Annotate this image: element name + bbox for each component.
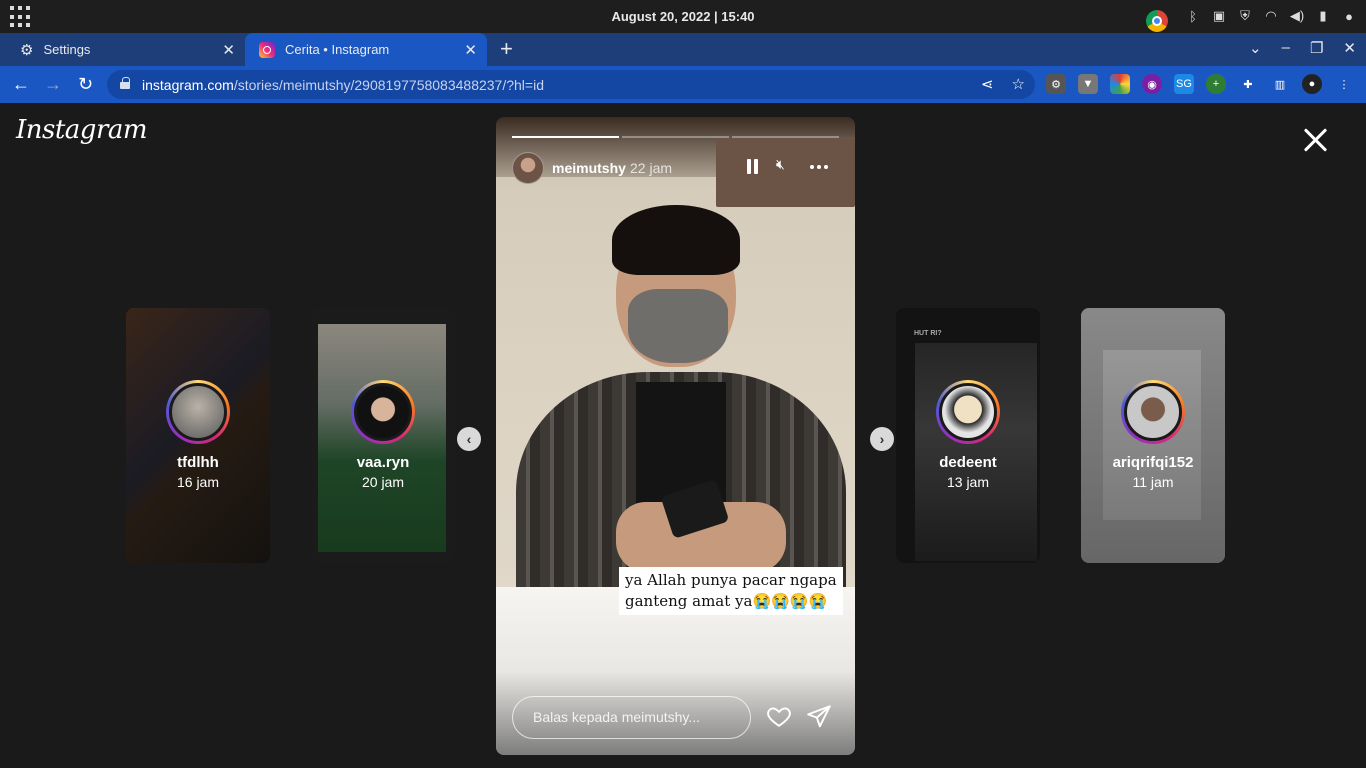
close-stories-button[interactable] bbox=[1300, 125, 1330, 155]
avatar bbox=[1124, 383, 1182, 441]
story-username[interactable]: meimutshy bbox=[552, 160, 626, 176]
avatar[interactable] bbox=[512, 152, 544, 184]
profile-avatar-icon[interactable]: ● bbox=[1302, 74, 1322, 94]
battery-icon[interactable]: ▮ bbox=[1314, 7, 1332, 25]
preview-time: 16 jam bbox=[176, 474, 220, 490]
minimize-button[interactable]: – bbox=[1282, 39, 1290, 57]
gear-icon: ⚙ bbox=[20, 41, 34, 59]
extension-gear-icon[interactable]: ⚙ bbox=[1046, 74, 1066, 94]
story-ring bbox=[166, 380, 230, 444]
story-preview-vaa-ryn[interactable]: vaa.ryn 20 jam bbox=[311, 308, 455, 563]
progress-segment bbox=[622, 136, 729, 138]
tab-instagram[interactable]: Cerita • Instagram ✕ bbox=[245, 33, 487, 66]
active-story[interactable]: meimutshy 22 jam 🔇︎ ya Allah punya pacar… bbox=[496, 117, 855, 755]
url-text[interactable]: instagram.com/stories/meimutshy/29081977… bbox=[142, 77, 544, 93]
extensions-area: ⚙ ▼ ◉ SG + ✚ ▥ ● ⋮ bbox=[1046, 74, 1354, 94]
window-controls: ⌄ – ❐ ✕ bbox=[1249, 39, 1356, 57]
preview-time: 11 jam bbox=[1132, 474, 1174, 490]
tab-label: Settings bbox=[43, 42, 91, 57]
tab-strip: ⚙ Settings ✕ Cerita • Instagram ✕ + ⌄ – … bbox=[0, 33, 1366, 66]
story-progress bbox=[512, 136, 839, 138]
preview-time: 20 jam bbox=[361, 474, 405, 490]
os-top-bar: August 20, 2022 | 15:40 ᛒ ▣ ⛨ ◠ ◀) ▮ ● bbox=[0, 0, 1366, 33]
extensions-puzzle-icon[interactable]: ✚ bbox=[1238, 74, 1258, 94]
side-panel-icon[interactable]: ▥ bbox=[1270, 74, 1290, 94]
chrome-icon[interactable] bbox=[1146, 10, 1168, 32]
extension-color-icon[interactable] bbox=[1110, 74, 1130, 94]
bluetooth-icon[interactable]: ᛒ bbox=[1184, 7, 1202, 25]
system-tray: ᛒ ▣ ⛨ ◠ ◀) ▮ ● bbox=[1146, 5, 1358, 32]
reply-box[interactable] bbox=[512, 696, 751, 739]
clipboard-icon[interactable]: ▣ bbox=[1210, 7, 1228, 25]
close-tab-icon[interactable]: ✕ bbox=[464, 41, 477, 59]
preview-username: tfdlhh bbox=[177, 454, 219, 471]
back-button[interactable]: ← bbox=[12, 74, 30, 95]
mute-icon[interactable]: 🔇︎ bbox=[776, 156, 798, 178]
extension-plus-icon[interactable]: + bbox=[1206, 74, 1226, 94]
avatar bbox=[939, 383, 997, 441]
story-ring bbox=[936, 380, 1000, 444]
shield-icon[interactable]: ⛨ bbox=[1236, 7, 1254, 25]
reload-button[interactable]: ↻ bbox=[78, 74, 93, 95]
avatar bbox=[169, 383, 227, 441]
address-bar[interactable]: instagram.com/stories/meimutshy/29081977… bbox=[107, 70, 1035, 99]
extension-sg-icon[interactable]: SG bbox=[1174, 74, 1194, 94]
forward-button[interactable]: → bbox=[44, 74, 62, 95]
close-window-button[interactable]: ✕ bbox=[1343, 39, 1356, 57]
story-caption: ya Allah punya pacar ngapa ganteng amat … bbox=[619, 567, 843, 615]
instagram-stories-page: Instagram tfdlhh 16 jam vaa.ryn 20 jam ‹ bbox=[0, 103, 1366, 768]
volume-icon[interactable]: ◀) bbox=[1288, 7, 1306, 25]
previous-story-button[interactable]: ‹ bbox=[457, 427, 481, 451]
tab-label: Cerita • Instagram bbox=[285, 42, 390, 57]
navigation-bar: ← → ↻ instagram.com/stories/meimutshy/29… bbox=[0, 66, 1366, 103]
preview-username: ariqrifqi152 bbox=[1112, 454, 1194, 471]
extension-v-icon[interactable]: ▼ bbox=[1078, 74, 1098, 94]
story-time: 22 jam bbox=[630, 160, 673, 176]
extension-circle-icon[interactable]: ◉ bbox=[1142, 74, 1162, 94]
close-tab-icon[interactable]: ✕ bbox=[222, 41, 235, 59]
tab-settings[interactable]: ⚙ Settings ✕ bbox=[8, 33, 245, 66]
new-tab-button[interactable]: + bbox=[500, 38, 513, 60]
story-ring bbox=[351, 380, 415, 444]
lock-icon[interactable] bbox=[120, 77, 130, 89]
more-options-icon[interactable] bbox=[810, 156, 832, 178]
share-icon[interactable]: ⋖ bbox=[981, 75, 994, 93]
avatar bbox=[354, 383, 412, 441]
like-heart-icon[interactable] bbox=[766, 703, 792, 729]
user-icon[interactable]: ● bbox=[1340, 7, 1358, 25]
next-story-button[interactable]: › bbox=[870, 427, 894, 451]
preview-username: dedeent bbox=[939, 454, 997, 471]
reply-input[interactable] bbox=[533, 709, 733, 725]
story-preview-dedeent[interactable]: HUT RI? dedeent 13 jam bbox=[896, 308, 1040, 563]
bookmark-star-icon[interactable]: ☆ bbox=[1012, 75, 1025, 93]
browser-menu-icon[interactable]: ⋮ bbox=[1334, 74, 1354, 94]
progress-segment bbox=[512, 136, 619, 138]
wifi-icon[interactable]: ◠ bbox=[1262, 7, 1280, 25]
send-message-icon[interactable] bbox=[806, 703, 832, 729]
preview-username: vaa.ryn bbox=[356, 454, 410, 471]
instagram-icon bbox=[259, 41, 275, 58]
maximize-button[interactable]: ❐ bbox=[1310, 39, 1323, 57]
tab-search-icon[interactable]: ⌄ bbox=[1249, 39, 1262, 57]
pause-icon[interactable] bbox=[742, 156, 764, 178]
story-preview-ariqrifqi152[interactable]: ariqrifqi152 11 jam bbox=[1081, 308, 1225, 563]
instagram-logo[interactable]: Instagram bbox=[16, 115, 148, 145]
preview-time: 13 jam bbox=[946, 474, 990, 490]
progress-segment bbox=[732, 136, 839, 138]
story-preview-tfdlhh[interactable]: tfdlhh 16 jam bbox=[126, 308, 270, 563]
story-header: meimutshy 22 jam 🔇︎ bbox=[512, 152, 839, 184]
story-ring bbox=[1121, 380, 1185, 444]
